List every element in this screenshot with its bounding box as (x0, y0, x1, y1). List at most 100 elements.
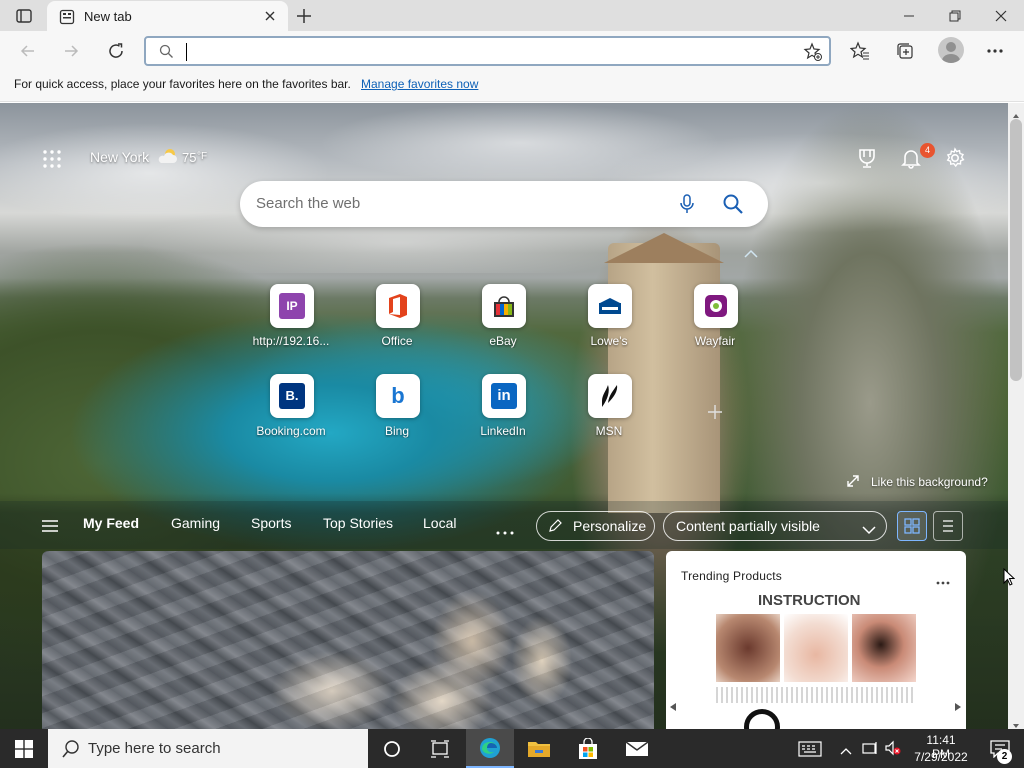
notifications-bell-icon[interactable] (900, 147, 922, 172)
feed-tab-sports[interactable]: Sports (251, 515, 291, 531)
product-image-steps (716, 687, 916, 703)
quick-link-tile[interactable]: in LinkedIn (459, 374, 547, 454)
tile-label: LinkedIn (480, 424, 526, 438)
taskbar-file-explorer[interactable] (515, 729, 563, 768)
microphone-icon[interactable] (678, 193, 696, 218)
volume-muted-icon[interactable] (884, 740, 902, 759)
web-search-input[interactable]: Search the web (256, 195, 360, 212)
add-site-icon[interactable] (706, 403, 724, 424)
card-more-icon[interactable] (936, 573, 950, 588)
task-view-button[interactable] (416, 729, 464, 768)
taskbar-search[interactable]: Type here to search (48, 729, 368, 768)
favorites-hint: For quick access, place your favorites h… (14, 77, 351, 91)
feed-tab-gaming[interactable]: Gaming (171, 515, 220, 531)
favorites-bar: For quick access, place your favorites h… (0, 71, 1024, 102)
tab-title: New tab (84, 9, 132, 24)
newtab-favicon-icon (59, 9, 75, 28)
tab-new-tab[interactable]: New tab (47, 1, 288, 32)
feed-tab-local[interactable]: Local (423, 515, 456, 531)
rewards-icon[interactable] (856, 147, 878, 172)
tile-label: eBay (489, 334, 517, 348)
notification-badge: 4 (920, 143, 935, 158)
refresh-icon[interactable] (104, 39, 128, 63)
address-bar[interactable] (144, 36, 831, 66)
carousel-prev-icon[interactable] (669, 700, 677, 715)
collections-icon[interactable] (893, 39, 917, 63)
quick-link-tile[interactable]: B. Booking.com (247, 374, 335, 454)
linkedin-icon-glyph: in (491, 383, 517, 409)
manage-favorites-link[interactable]: Manage favorites now (361, 77, 478, 91)
quick-link-tile[interactable]: IP http://192.16... (247, 284, 335, 364)
expand-icon[interactable] (846, 474, 860, 491)
taskbar-search-input[interactable]: Type here to search (88, 740, 221, 757)
forward-icon[interactable] (59, 39, 83, 63)
show-hidden-icons-icon[interactable] (840, 743, 852, 758)
app-launcher-icon[interactable] (42, 149, 62, 172)
personalize-button[interactable]: Personalize (536, 511, 655, 541)
favorites-icon[interactable] (848, 39, 872, 63)
more-tabs-icon[interactable] (496, 523, 514, 538)
weather-temperature[interactable]: 75 (182, 150, 196, 165)
settings-more-icon[interactable] (983, 39, 1007, 63)
web-search-box[interactable]: Search the web (240, 181, 768, 227)
task-view-icon (431, 739, 449, 758)
mouse-cursor-icon (1003, 567, 1016, 590)
taskbar-edge[interactable] (466, 729, 514, 768)
quick-link-tile[interactable]: MSN (565, 374, 653, 454)
content-visibility-label: Content partially visible (676, 518, 820, 534)
collapse-tiles-chevron-icon[interactable] (744, 247, 758, 262)
tile-label: http://192.16... (252, 334, 330, 348)
scrollbar-thumb[interactable] (1010, 119, 1022, 381)
tile-label: Office (381, 334, 413, 348)
search-submit-icon[interactable] (722, 193, 744, 218)
tab-actions-icon[interactable] (10, 6, 38, 26)
minimize-button[interactable] (886, 0, 932, 31)
grid-layout-button[interactable] (897, 511, 927, 541)
windows-logo-icon (15, 739, 33, 758)
address-input[interactable] (186, 43, 786, 61)
new-tab-button[interactable] (293, 5, 315, 27)
clock-date[interactable]: 7/29/2022 (912, 750, 970, 764)
carousel-next-icon[interactable] (954, 700, 962, 715)
pencil-icon (548, 519, 562, 536)
like-background-link[interactable]: Like this background? (871, 475, 988, 489)
feed-card-image[interactable] (42, 551, 654, 729)
close-tab-icon[interactable] (263, 9, 277, 26)
cortana-button[interactable] (368, 729, 416, 768)
personalize-label: Personalize (573, 518, 647, 534)
taskbar-store[interactable] (564, 729, 612, 768)
quick-link-tile[interactable]: b Bing (353, 374, 441, 454)
restore-button[interactable] (932, 0, 978, 31)
quick-link-tile[interactable]: Office (353, 284, 441, 364)
page-settings-gear-icon[interactable] (944, 147, 966, 172)
quick-link-tile[interactable]: eBay (459, 284, 547, 364)
menu-hamburger-icon[interactable] (41, 519, 59, 536)
content-visibility-dropdown[interactable]: Content partially visible (663, 511, 887, 541)
edge-icon (480, 737, 500, 758)
weather-unit: °F (197, 151, 208, 162)
close-window-button[interactable] (978, 0, 1024, 31)
feed-navigation: My Feed Gaming Sports Top Stories Local … (0, 501, 1008, 549)
tile-label: Wayfair (694, 334, 736, 348)
page-scrollbar[interactable] (1008, 103, 1024, 729)
add-favorite-icon[interactable] (803, 42, 823, 65)
feed-tab-my-feed[interactable]: My Feed (83, 515, 139, 531)
back-icon[interactable] (16, 39, 40, 63)
search-icon (159, 44, 174, 62)
list-layout-button[interactable] (933, 511, 963, 541)
booking-icon: B. (270, 374, 314, 418)
start-button[interactable] (0, 729, 48, 768)
tab-bar: New tab (0, 0, 1024, 32)
network-icon[interactable] (862, 741, 880, 758)
quick-link-tile[interactable]: Lowe's (565, 284, 653, 364)
taskbar-search-icon (62, 740, 80, 761)
msn-icon (588, 374, 632, 418)
quick-link-tile[interactable]: Wayfair (671, 284, 759, 364)
profile-avatar-icon[interactable] (938, 37, 964, 63)
weather-location[interactable]: New York (90, 149, 149, 165)
feed-tab-top-stories[interactable]: Top Stories (323, 515, 393, 531)
touch-keyboard-button[interactable] (786, 729, 834, 768)
product-image-heading: INSTRUCTION (758, 592, 861, 609)
taskbar-mail[interactable] (613, 729, 661, 768)
trending-products-card[interactable]: Trending Products INSTRUCTION (666, 551, 966, 729)
